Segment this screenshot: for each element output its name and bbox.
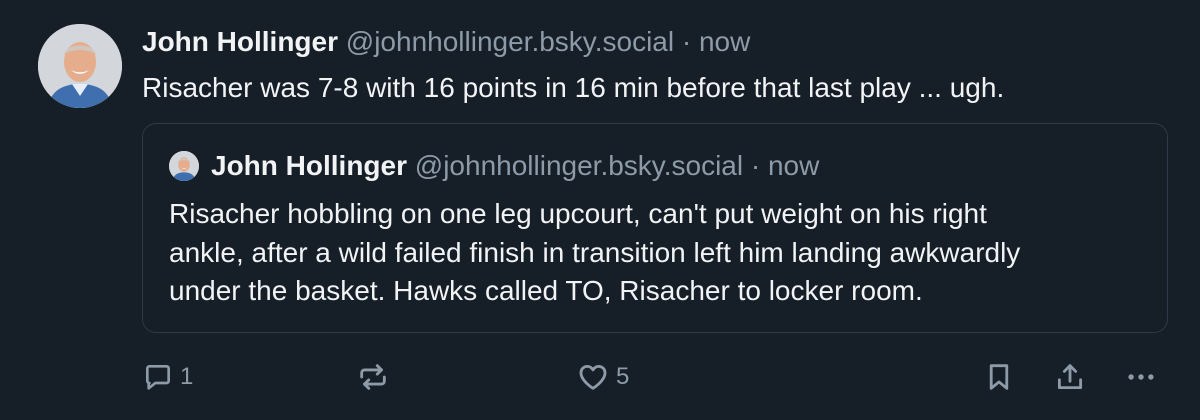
like-button[interactable]: 5 xyxy=(576,358,629,396)
share-icon xyxy=(1053,360,1087,394)
like-icon xyxy=(576,360,610,394)
quoted-header-separator: · xyxy=(750,150,761,181)
like-count: 5 xyxy=(616,363,630,390)
more-icon xyxy=(1124,360,1158,394)
bookmark-icon xyxy=(982,360,1016,394)
quoted-post-header: John Hollinger @johnhollinger.bsky.socia… xyxy=(211,149,819,183)
reply-count: 1 xyxy=(180,363,194,390)
repost-icon xyxy=(356,360,390,394)
post-timestamp[interactable]: now xyxy=(699,26,750,57)
author-avatar[interactable] xyxy=(38,24,122,108)
quoted-text-line: ankle, after a wild failed finish in tra… xyxy=(169,236,1021,268)
header-separator: · xyxy=(681,26,692,57)
share-button[interactable] xyxy=(1053,358,1087,396)
quoted-author-name[interactable]: John Hollinger xyxy=(211,150,407,181)
post-text: Risacher was 7-8 with 16 points in 16 mi… xyxy=(142,72,1005,103)
quoted-author-avatar[interactable] xyxy=(169,151,199,181)
quoted-text-line: under the basket. Hawks called TO, Risac… xyxy=(169,275,923,306)
author-name[interactable]: John Hollinger xyxy=(142,26,338,57)
reply-button[interactable]: 1 xyxy=(142,358,193,396)
reply-icon xyxy=(142,361,174,393)
post-header: John Hollinger @johnhollinger.bsky.socia… xyxy=(142,25,750,59)
quoted-author-handle[interactable]: @johnhollinger.bsky.social xyxy=(415,150,743,181)
repost-button[interactable] xyxy=(356,358,390,396)
more-options-button[interactable] xyxy=(1124,358,1158,396)
quoted-post-text: Risacher hobbling on one leg upcourt, ca… xyxy=(169,195,1159,311)
bookmark-button[interactable] xyxy=(982,358,1016,396)
quoted-post-timestamp[interactable]: now xyxy=(768,150,819,181)
quoted-text-line: Risacher hobbling on one leg upcourt, ca… xyxy=(169,198,987,229)
quoted-post-card[interactable]: John Hollinger @johnhollinger.bsky.socia… xyxy=(142,123,1168,333)
author-handle[interactable]: @johnhollinger.bsky.social xyxy=(346,26,674,57)
